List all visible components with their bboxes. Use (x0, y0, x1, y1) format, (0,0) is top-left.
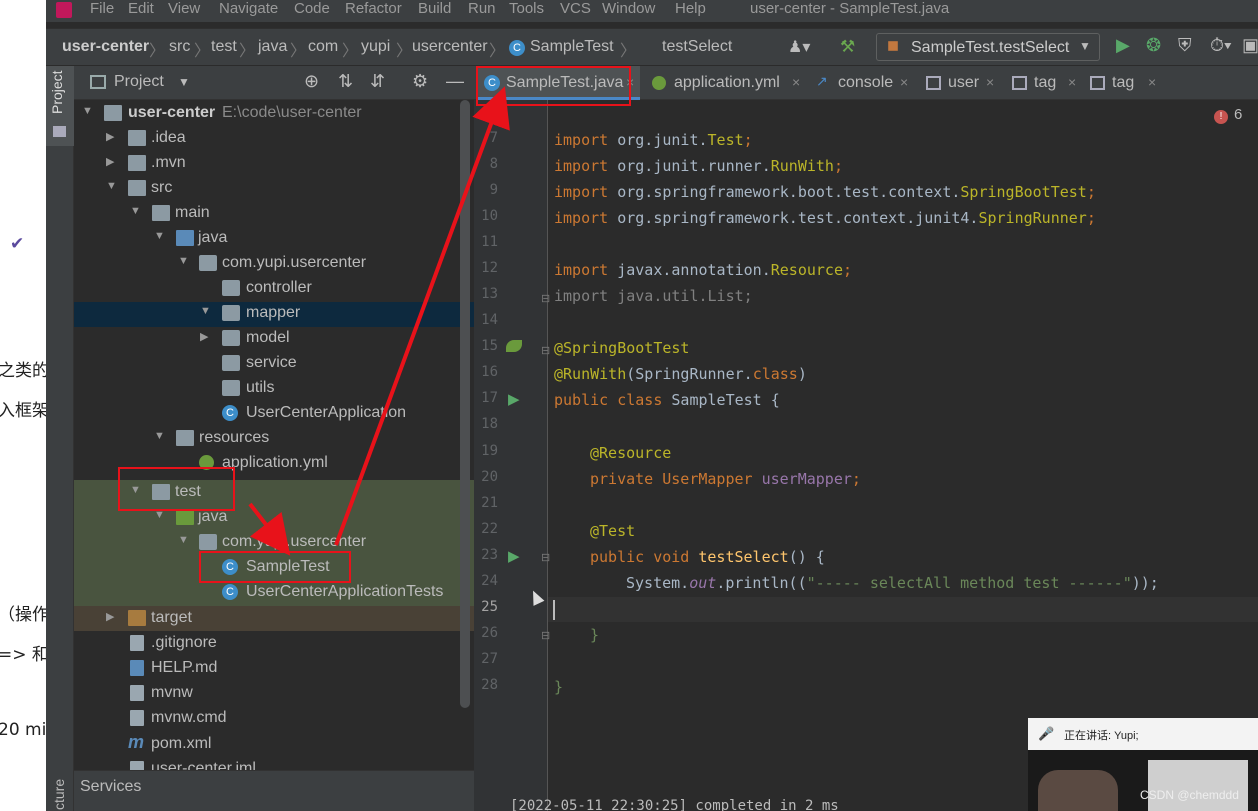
microphone-icon: 🎤 (1038, 726, 1055, 741)
webcam-person (1038, 770, 1118, 811)
arrow-to-sampletest (248, 502, 291, 556)
speaker-text: 正在讲话: Yupi; (1064, 730, 1139, 742)
speaker-banner: 🎤 正在讲话: Yupi; (1028, 718, 1258, 750)
webcam-background (1148, 760, 1248, 811)
webcam-video: CSDN @chemddd (1028, 750, 1258, 811)
watermark: CSDN @chemddd (1140, 788, 1239, 802)
ide-screenshot: { "left_doc": { "lines": ["\u2714", "\u4… (0, 0, 1258, 811)
annotation-arrows (248, 86, 510, 556)
arrow-to-tab (334, 86, 510, 546)
